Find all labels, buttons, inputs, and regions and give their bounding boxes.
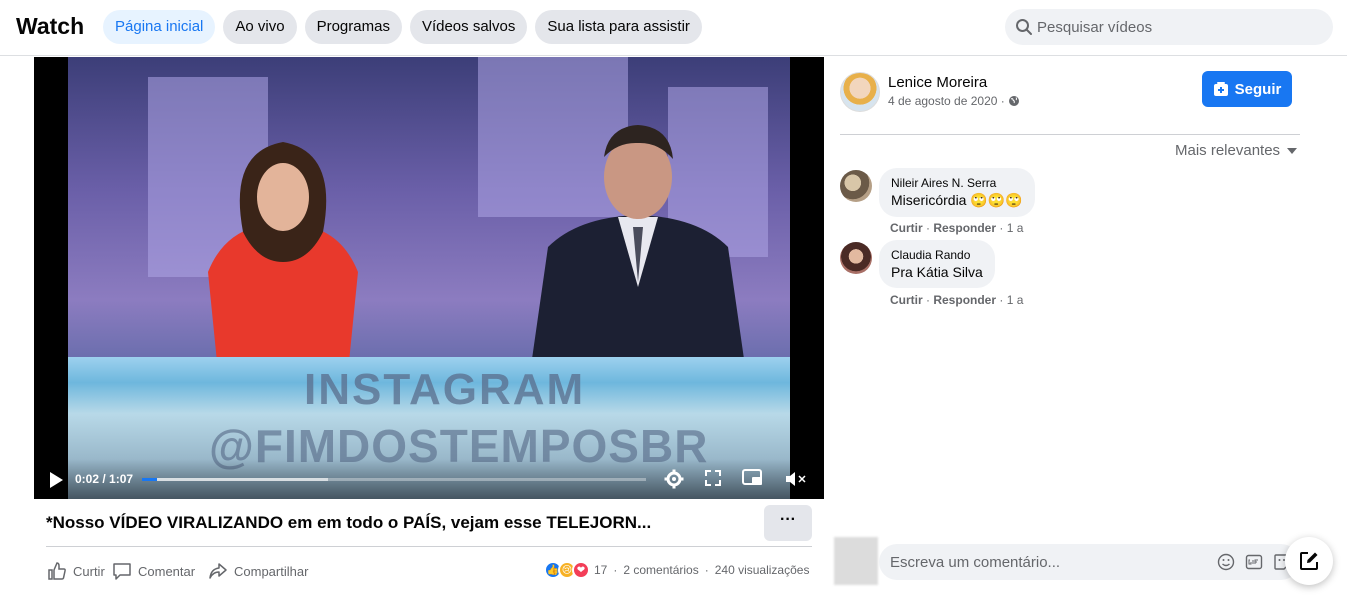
share-label: Compartilhar	[234, 563, 309, 579]
fullscreen-icon[interactable]	[704, 469, 722, 487]
follow-button[interactable]: Seguir	[1202, 71, 1292, 107]
news-anchor-man	[528, 125, 748, 387]
reaction-count[interactable]: 17	[594, 563, 607, 577]
comment-like-button[interactable]: Curtir	[890, 221, 923, 235]
comment-bubble: Nileir Aires N. Serra Misericórdia 🙄🙄🙄	[879, 168, 1035, 217]
follow-icon	[1213, 82, 1228, 96]
search-input[interactable]	[1037, 9, 1317, 45]
picture-in-picture-icon[interactable]	[742, 469, 764, 487]
share-button[interactable]: Compartilhar	[208, 561, 308, 581]
comment-reply-button[interactable]: Responder	[933, 293, 996, 307]
comment-actions: Curtir · Responder · 1 a	[890, 293, 1024, 307]
play-icon[interactable]	[48, 471, 64, 489]
comments-count[interactable]: 2 comentários	[623, 563, 698, 577]
like-label: Curtir	[73, 563, 105, 579]
watch-tabs: Página inicial Ao vivo Programas Vídeos …	[103, 10, 702, 44]
emoji-icon[interactable]	[1217, 553, 1235, 571]
tab-watchlist[interactable]: Sua lista para assistir	[535, 10, 702, 44]
video-controls: 0:02 / 1:07	[34, 459, 824, 499]
caret-down-icon	[1287, 147, 1298, 154]
post-date-text[interactable]: 4 de agosto de 2020 ·	[888, 94, 1005, 108]
separator: ·	[613, 563, 618, 577]
separator: ·	[704, 563, 709, 577]
comment-bubble: Claudia Rando Pra Kátia Silva	[879, 240, 995, 288]
comment-age[interactable]: 1 a	[1007, 293, 1024, 307]
divider	[840, 134, 1300, 135]
avatar[interactable]	[840, 170, 872, 202]
reactions[interactable]: 👍 😢 ❤	[544, 561, 590, 579]
tab-shows[interactable]: Programas	[304, 10, 402, 44]
comment-author[interactable]: Nileir Aires N. Serra	[891, 176, 1023, 190]
current-user-avatar	[834, 537, 878, 585]
search-icon	[1016, 19, 1032, 35]
tab-home[interactable]: Página inicial	[103, 10, 216, 44]
like-button[interactable]: Curtir	[47, 561, 105, 581]
comment-text: Misericórdia 🙄🙄🙄	[891, 192, 1023, 208]
tab-live[interactable]: Ao vivo	[223, 10, 297, 44]
love-reaction-icon: ❤	[572, 561, 590, 579]
follow-label: Seguir	[1234, 80, 1282, 98]
video-progress-fill	[142, 478, 158, 481]
more-options-button[interactable]: ···	[764, 505, 812, 541]
comment-sort-dropdown[interactable]: Mais relevantes	[1175, 142, 1298, 159]
compose-icon	[1300, 552, 1318, 570]
video-time: 0:02 / 1:07	[75, 472, 134, 486]
search-box[interactable]	[1005, 9, 1333, 45]
post-stats: 👍 😢 ❤ 17 · 2 comentários · 240 visualiza…	[544, 561, 809, 579]
post-date: 4 de agosto de 2020 ·	[888, 94, 1020, 108]
watch-header: Watch Página inicial Ao vivo Programas V…	[0, 0, 1347, 56]
views-count: 240 visualizações	[714, 563, 810, 577]
comment-author[interactable]: Claudia Rando	[891, 248, 983, 262]
comment-button[interactable]: Comentar	[112, 561, 195, 581]
video-progress-bar[interactable]	[142, 478, 646, 481]
comment-label: Comentar	[138, 563, 196, 579]
new-message-button[interactable]	[1285, 537, 1333, 585]
comment-reply-button[interactable]: Responder	[933, 221, 996, 235]
author-name[interactable]: Lenice Moreira	[888, 74, 987, 91]
news-anchor-woman	[208, 142, 358, 372]
gear-icon[interactable]	[664, 469, 684, 489]
divider	[46, 546, 812, 547]
comment-text: Pra Kátia Silva	[891, 264, 983, 280]
sort-label: Mais relevantes	[1175, 142, 1281, 159]
page-title: Watch	[16, 13, 85, 39]
comment-input[interactable]	[890, 544, 1210, 580]
video-buffer	[142, 478, 329, 481]
share-icon	[209, 563, 227, 579]
comment-actions: Curtir · Responder · 1 a	[890, 221, 1024, 235]
comment-composer[interactable]	[879, 544, 1299, 580]
comment-like-button[interactable]: Curtir	[890, 293, 923, 307]
gif-icon[interactable]	[1245, 553, 1263, 571]
avatar[interactable]	[840, 242, 872, 274]
comment-age[interactable]: 1 a	[1007, 221, 1024, 235]
watermark-instagram: INSTAGRAM	[304, 365, 586, 414]
globe-icon	[1008, 96, 1019, 106]
video-title: *Nosso VÍDEO VIRALIZANDO em em todo o PA…	[46, 513, 652, 532]
author-avatar[interactable]	[840, 72, 880, 112]
thumbs-up-icon	[48, 562, 66, 580]
video-player[interactable]: INSTAGRAM @FIMDOSTEMPOSBR 0:02 / 1:07	[34, 57, 824, 499]
comment-icon	[113, 563, 131, 580]
tab-saved-videos[interactable]: Vídeos salvos	[409, 10, 528, 44]
muted-volume-icon[interactable]	[784, 469, 808, 489]
